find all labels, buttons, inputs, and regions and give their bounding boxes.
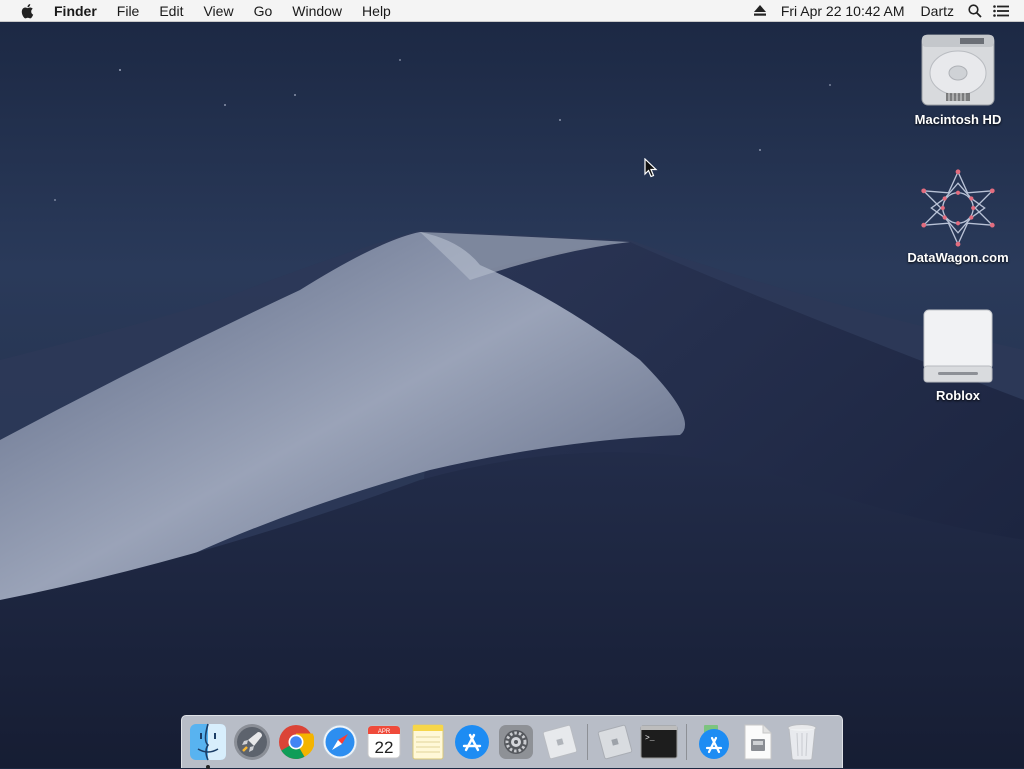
desktop-icon-macintosh-hd[interactable]: Macintosh HD	[898, 30, 1018, 127]
dock: APR 22 >_	[181, 715, 843, 769]
safari-compass-icon	[322, 724, 358, 760]
calendar-day: 22	[375, 738, 394, 757]
dock-separator	[587, 724, 588, 760]
menu-app-finder[interactable]: Finder	[50, 0, 107, 22]
dock-item-launchpad[interactable]	[230, 720, 274, 764]
spotlight-search-icon[interactable]	[962, 0, 988, 22]
dock-item-terminal[interactable]: >_	[637, 720, 681, 764]
desktop-icon-label: DataWagon.com	[907, 250, 1009, 265]
menu-edit[interactable]: Edit	[149, 0, 193, 22]
dock-item-chrome[interactable]	[274, 720, 318, 764]
chrome-icon	[279, 725, 314, 759]
desktop-icon-label: Macintosh HD	[914, 112, 1002, 127]
mouse-cursor-icon	[644, 157, 658, 183]
dock-item-roblox[interactable]	[538, 720, 582, 764]
menu-window[interactable]: Window	[282, 0, 352, 22]
notes-icon	[412, 724, 444, 760]
desktop-icon-datawagon[interactable]: DataWagon.com	[898, 168, 1018, 265]
launchpad-rocket-icon	[234, 724, 270, 760]
dock-item-document[interactable]	[736, 720, 780, 764]
menu-go[interactable]: Go	[244, 0, 283, 22]
external-drive-icon	[918, 306, 998, 386]
menu-file[interactable]: File	[107, 0, 150, 22]
eject-icon[interactable]	[747, 0, 773, 22]
status-area: Fri Apr 22 10:42 AM Dartz	[747, 0, 1024, 22]
trash-icon	[787, 724, 817, 761]
dock-item-trash[interactable]	[780, 720, 824, 764]
desktop-wallpaper	[0, 0, 1024, 768]
clock[interactable]: Fri Apr 22 10:42 AM	[773, 0, 913, 22]
dock-item-notes[interactable]	[406, 720, 450, 764]
dock-item-finder[interactable]	[186, 720, 230, 769]
app-store-icon	[455, 725, 489, 759]
roblox-studio-icon	[597, 724, 633, 760]
desktop-icon-roblox[interactable]: Roblox	[898, 306, 1018, 403]
gear-icon	[499, 725, 533, 759]
calendar-month: APR	[378, 729, 391, 735]
dock-item-app-store[interactable]	[450, 720, 494, 764]
document-icon	[744, 724, 772, 760]
menu-view[interactable]: View	[193, 0, 243, 22]
app-store-stack-icon	[699, 725, 729, 759]
notification-center-icon[interactable]	[988, 0, 1014, 22]
dock-separator	[686, 724, 687, 760]
dock-item-roblox-studio[interactable]	[593, 720, 637, 764]
running-indicator	[206, 765, 210, 769]
finder-icon	[190, 723, 226, 761]
hard-drive-icon	[918, 30, 998, 110]
dock-item-downloads-stack[interactable]	[692, 720, 736, 764]
user-menu[interactable]: Dartz	[913, 0, 962, 22]
menu-help[interactable]: Help	[352, 0, 401, 22]
terminal-icon: >_	[640, 725, 678, 759]
calendar-icon: APR 22	[367, 725, 401, 759]
menu-bar: Finder File Edit View Go Window Help Fri…	[0, 0, 1024, 22]
dock-item-system-preferences[interactable]	[494, 720, 538, 764]
terminal-prompt: >_	[645, 734, 655, 743]
network-server-icon	[918, 168, 998, 248]
dock-item-safari[interactable]	[318, 720, 362, 764]
dock-item-calendar[interactable]: APR 22	[362, 720, 406, 764]
roblox-icon	[542, 724, 578, 760]
desktop-icon-label: Roblox	[935, 388, 981, 403]
apple-icon[interactable]	[16, 0, 38, 22]
